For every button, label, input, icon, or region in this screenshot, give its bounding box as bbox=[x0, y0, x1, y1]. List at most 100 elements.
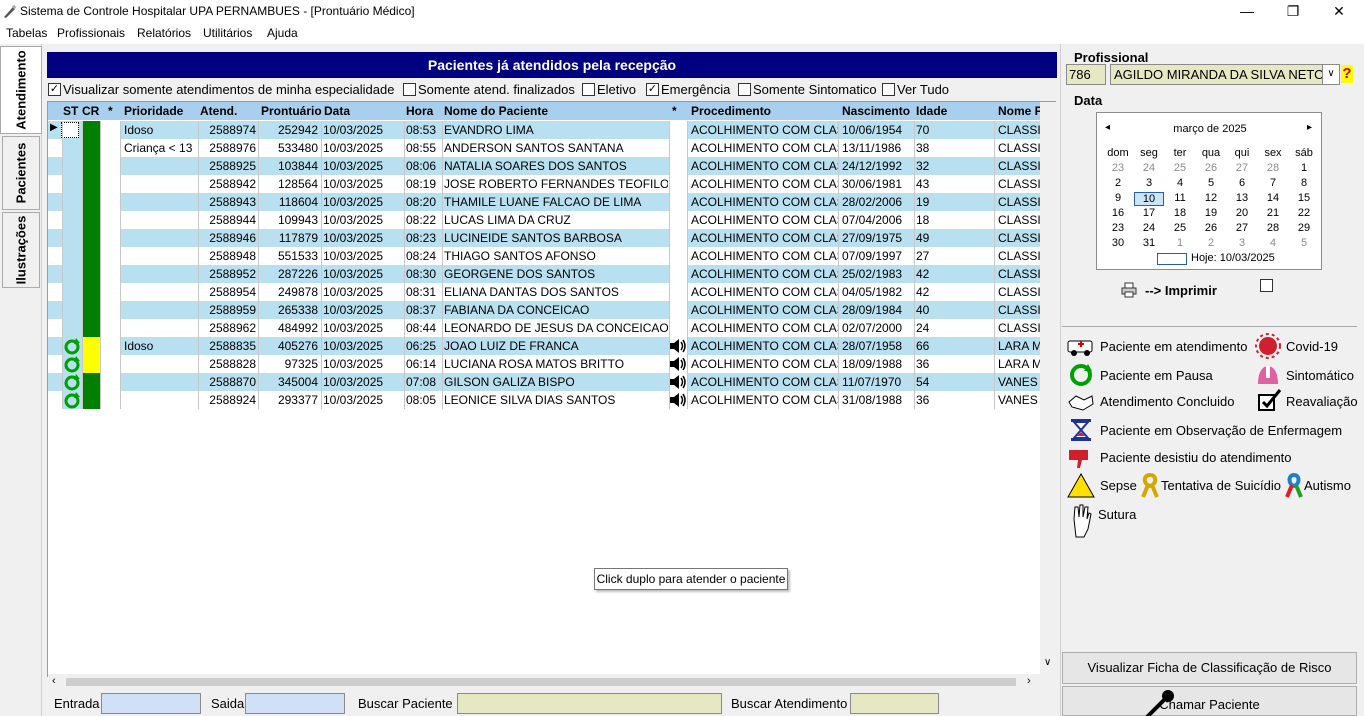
calendar[interactable]: ◂ março de 2025 ▸ dom seg ter qua qui sex sáb 2… bbox=[1096, 112, 1322, 270]
calendar-day[interactable]: 24 bbox=[1134, 222, 1164, 234]
speaker-icon[interactable] bbox=[669, 356, 687, 372]
calendar-day[interactable]: 23 bbox=[1103, 222, 1133, 234]
saida-field[interactable] bbox=[245, 693, 345, 714]
menu-ajuda[interactable]: Ajuda bbox=[267, 26, 298, 40]
calendar-day[interactable]: 6 bbox=[1227, 177, 1257, 189]
calendar-day[interactable]: 14 bbox=[1258, 192, 1288, 204]
col-data[interactable]: Data bbox=[324, 104, 350, 118]
calendar-day[interactable]: 17 bbox=[1134, 207, 1164, 219]
calendar-day[interactable]: 25 bbox=[1165, 162, 1195, 174]
checkbox[interactable] bbox=[582, 83, 595, 96]
filter-emergencia[interactable]: ✓ Emergência bbox=[646, 82, 730, 97]
col-atend[interactable]: Atend. bbox=[200, 104, 237, 118]
minimize-button[interactable]: — bbox=[1224, 0, 1270, 23]
table-row[interactable]: 2588959 265338 10/03/2025 08:37 FABIANA DA C… bbox=[48, 301, 1041, 319]
chamar-paciente-button[interactable]: Chamar Paciente bbox=[1062, 686, 1357, 716]
col-idade[interactable]: Idade bbox=[916, 104, 947, 118]
filter-eletivo[interactable]: Eletivo bbox=[582, 82, 636, 97]
filter-minha-especialidade[interactable]: ✓ Visualizar somente atendimentos de minh… bbox=[48, 82, 394, 97]
checkbox[interactable] bbox=[738, 83, 751, 96]
scroll-thumb[interactable] bbox=[66, 678, 1016, 686]
table-row[interactable]: 2588946 117879 10/03/2025 08:23 LUCINEIDE SA… bbox=[48, 229, 1041, 247]
checkbox[interactable]: ✓ bbox=[646, 83, 659, 96]
calendar-day[interactable]: 26 bbox=[1196, 162, 1226, 174]
calendar-day[interactable]: 4 bbox=[1165, 177, 1195, 189]
table-row[interactable]: 2588944 109943 10/03/2025 08:22 LUCAS LIMA D… bbox=[48, 211, 1041, 229]
scroll-left-icon[interactable]: ‹ bbox=[52, 675, 56, 687]
menu-profissionais[interactable]: Profissionais bbox=[57, 26, 125, 40]
checkbox[interactable] bbox=[403, 83, 416, 96]
calendar-day[interactable]: 5 bbox=[1196, 177, 1226, 189]
calendar-day[interactable]: 19 bbox=[1196, 207, 1226, 219]
menu-utilitarios[interactable]: Utilitários bbox=[203, 26, 252, 40]
chevron-down-icon[interactable]: ∨ bbox=[1322, 65, 1339, 84]
calendar-day[interactable]: 9 bbox=[1103, 192, 1133, 204]
calendar-day[interactable]: 8 bbox=[1289, 177, 1319, 189]
table-row[interactable]: 2588925 103844 10/03/2025 08:06 NATALIA SOAR… bbox=[48, 157, 1041, 175]
imprimir-checkbox[interactable] bbox=[1260, 279, 1273, 292]
calendar-day[interactable]: 3 bbox=[1134, 177, 1164, 189]
speaker-icon[interactable] bbox=[669, 374, 687, 390]
calendar-day[interactable]: 20 bbox=[1227, 207, 1257, 219]
calendar-day[interactable]: 30 bbox=[1103, 237, 1133, 249]
calendar-day[interactable]: 25 bbox=[1165, 222, 1195, 234]
calendar-day[interactable]: 31 bbox=[1134, 237, 1164, 249]
table-row[interactable]: 2588943 118604 10/03/2025 08:20 THAMILE LUAN… bbox=[48, 193, 1041, 211]
calendar-day[interactable]: 27 bbox=[1227, 222, 1257, 234]
filter-sintomatico[interactable]: Somente Sintomatico bbox=[738, 82, 877, 97]
speaker-icon[interactable] bbox=[669, 338, 687, 354]
filter-somente-finalizados[interactable]: Somente atend. finalizados bbox=[403, 82, 575, 97]
vertical-scrollbar[interactable]: ∨ bbox=[1040, 102, 1056, 677]
calendar-day[interactable]: 7 bbox=[1258, 177, 1288, 189]
table-row[interactable]: 2588952 287226 10/03/2025 08:30 GEORGENE DOS… bbox=[48, 265, 1041, 283]
checkbox[interactable] bbox=[882, 83, 895, 96]
calendar-day[interactable]: 12 bbox=[1196, 192, 1226, 204]
col-audio[interactable]: * bbox=[672, 104, 677, 118]
col-prontuario[interactable]: Prontuário bbox=[261, 104, 322, 118]
calendar-day[interactable]: 4 bbox=[1258, 237, 1288, 249]
calendar-today[interactable]: Hoje: 10/03/2025 bbox=[1191, 252, 1275, 264]
tab-pacientes[interactable]: Pacientes bbox=[2, 136, 40, 210]
col-hora[interactable]: Hora bbox=[406, 104, 433, 118]
calendar-day[interactable]: 22 bbox=[1289, 207, 1319, 219]
filter-ver-tudo[interactable]: Ver Tudo bbox=[882, 82, 949, 97]
speaker-icon[interactable] bbox=[669, 392, 687, 408]
col-procedimento[interactable]: Procedimento bbox=[691, 104, 771, 118]
calendar-day[interactable]: 2 bbox=[1103, 177, 1133, 189]
menu-tabelas[interactable]: Tabelas bbox=[6, 26, 47, 40]
calendar-day[interactable]: 1 bbox=[1289, 162, 1319, 174]
table-row[interactable]: 2588924 293377 10/03/2025 08:05 LEONICE SILV… bbox=[48, 391, 1041, 409]
calendar-day[interactable]: 16 bbox=[1103, 207, 1133, 219]
calendar-day[interactable]: 23 bbox=[1103, 162, 1133, 174]
imprimir-button[interactable]: --> Imprimir bbox=[1145, 283, 1217, 298]
calendar-day[interactable]: 3 bbox=[1227, 237, 1257, 249]
col-nome[interactable]: Nome do Paciente bbox=[444, 104, 548, 118]
table-row[interactable]: 2588962 484992 10/03/2025 08:44 LEONARDO DE … bbox=[48, 319, 1041, 337]
table-row[interactable]: 2588948 551533 10/03/2025 08:24 THIAGO SANTO… bbox=[48, 247, 1041, 265]
calendar-day[interactable]: 2 bbox=[1196, 237, 1226, 249]
calendar-day[interactable]: 26 bbox=[1196, 222, 1226, 234]
calendar-next-icon[interactable]: ▸ bbox=[1307, 122, 1312, 133]
calendar-day[interactable]: 27 bbox=[1227, 162, 1257, 174]
calendar-day[interactable]: 15 bbox=[1289, 192, 1319, 204]
calendar-day[interactable]: 29 bbox=[1289, 222, 1319, 234]
col-flag[interactable]: * bbox=[108, 104, 113, 118]
col-cr[interactable]: CR bbox=[82, 104, 99, 118]
calendar-day[interactable]: 1 bbox=[1165, 237, 1195, 249]
profissional-code[interactable]: 786 bbox=[1066, 64, 1106, 85]
printer-icon[interactable] bbox=[1121, 282, 1137, 298]
calendar-day[interactable]: 28 bbox=[1258, 222, 1288, 234]
checkbox[interactable]: ✓ bbox=[48, 83, 61, 96]
horizontal-scrollbar[interactable]: ‹ › bbox=[48, 674, 1040, 690]
calendar-day[interactable]: 11 bbox=[1165, 192, 1195, 204]
calendar-day[interactable]: 28 bbox=[1258, 162, 1288, 174]
buscar-paciente-input[interactable] bbox=[457, 693, 722, 714]
table-row[interactable]: ▶ Idoso 2588974 252942 10/03/2025 08:53 EVANDR… bbox=[48, 121, 1041, 139]
table-row[interactable]: Criança < 13 2588976 533480 10/03/2025 08:55… bbox=[48, 139, 1041, 157]
calendar-day[interactable]: 24 bbox=[1134, 162, 1164, 174]
tab-atendimento[interactable]: Atendimento bbox=[0, 46, 42, 134]
table-row[interactable]: Idoso 2588835 405276 10/03/2025 06:25 JOAO LU… bbox=[48, 337, 1041, 355]
buscar-atendimento-input[interactable] bbox=[850, 693, 939, 714]
menu-relatorios[interactable]: Relatórios bbox=[137, 26, 191, 40]
col-nome-profissional[interactable]: Nome P bbox=[998, 104, 1041, 118]
